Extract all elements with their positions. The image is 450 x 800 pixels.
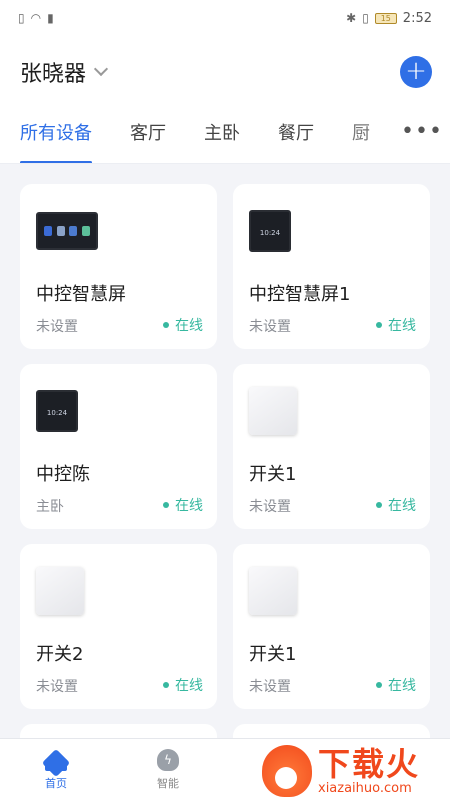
- tab-living-room[interactable]: 客厅: [130, 108, 166, 163]
- bulb-icon: ϟ: [157, 748, 179, 771]
- status-label: 在线: [175, 318, 203, 334]
- battery-icon: 15: [374, 12, 397, 24]
- home-name: 张晓器: [20, 62, 87, 87]
- device-room: 未设置: [249, 319, 291, 335]
- smart-panel-image: 10:24: [249, 210, 291, 252]
- wall-switch-image: [36, 567, 84, 615]
- nav-smart-label: 智能: [157, 776, 179, 790]
- device-status: 在线: [163, 495, 203, 515]
- device-name: 中控智慧屏: [36, 284, 126, 305]
- sim-icon: ▯: [18, 11, 25, 25]
- device-name: 开关2: [36, 644, 84, 665]
- wifi-icon: ◠: [30, 11, 42, 25]
- device-thumbnail: [249, 387, 297, 435]
- device-card[interactable]: 中控智慧屏 未设置 在线: [20, 184, 217, 349]
- device-card[interactable]: 开关1 未设置 在线: [233, 364, 430, 529]
- watermark-cn: 下载火: [318, 744, 421, 783]
- device-thumbnail: [249, 567, 297, 615]
- device-room: 主卧: [36, 499, 64, 515]
- device-name: 开关1: [249, 644, 297, 665]
- online-dot-icon: [163, 322, 169, 328]
- nav-home[interactable]: 首页: [0, 739, 112, 800]
- watermark: 下载火 xiazaihuo.com: [262, 742, 450, 800]
- device-name: 中控智慧屏1: [249, 284, 351, 305]
- status-label: 在线: [388, 678, 416, 694]
- watermark-text: 下载火 xiazaihuo.com: [318, 748, 420, 795]
- status-label: 在线: [175, 678, 203, 694]
- room-tabs: 所有设备 客厅 主卧 餐厅 厨 •••: [0, 108, 450, 164]
- smart-screen-image: [36, 212, 98, 250]
- status-left-icons: ▯ ◠ ▮: [18, 11, 54, 25]
- online-dot-icon: [376, 682, 382, 688]
- device-status: 在线: [376, 315, 416, 335]
- add-device-button[interactable]: +: [400, 56, 432, 88]
- device-status: 在线: [163, 315, 203, 335]
- online-dot-icon: [376, 322, 382, 328]
- home-selector[interactable]: 张晓器: [20, 56, 109, 88]
- device-name: 开关1: [249, 464, 297, 485]
- device-status: 在线: [376, 495, 416, 515]
- tab-dining-room[interactable]: 餐厅: [278, 108, 314, 163]
- home-icon: [41, 748, 71, 777]
- chevron-down-icon: [93, 61, 109, 77]
- tab-all-devices[interactable]: 所有设备: [20, 108, 92, 163]
- device-room: 未设置: [249, 499, 291, 515]
- nav-home-label: 首页: [45, 776, 67, 790]
- smart-panel-image: 10:24: [36, 390, 78, 432]
- header: 张晓器 +: [0, 36, 450, 108]
- nav-smart[interactable]: ϟ 智能: [112, 739, 224, 800]
- online-dot-icon: [163, 682, 169, 688]
- device-room: 未设置: [36, 319, 78, 335]
- tab-master-bedroom[interactable]: 主卧: [204, 108, 240, 163]
- flame-logo-icon: [262, 745, 312, 797]
- device-room: 未设置: [249, 679, 291, 695]
- watermark-en: xiazaihuo.com: [318, 780, 412, 796]
- online-dot-icon: [163, 502, 169, 508]
- device-card[interactable]: 10:24 中控智慧屏1 未设置 在线: [233, 184, 430, 349]
- bluetooth-icon: ✱: [346, 11, 357, 25]
- device-name: 中控陈: [36, 464, 90, 485]
- status-label: 在线: [175, 498, 203, 514]
- device-thumbnail: [36, 567, 84, 615]
- online-dot-icon: [376, 502, 382, 508]
- status-bar: ▯ ◠ ▮ ✱ ▯ 15 2:52: [0, 0, 450, 36]
- status-label: 在线: [388, 498, 416, 514]
- storage-icon: ▮: [47, 11, 54, 25]
- device-status: 在线: [376, 675, 416, 695]
- vibrate-icon: ▯: [362, 11, 369, 25]
- tab-kitchen[interactable]: 厨: [352, 108, 370, 163]
- device-status: 在线: [163, 675, 203, 695]
- device-card[interactable]: 开关2 未设置 在线: [20, 544, 217, 709]
- status-right-icons: ✱ ▯ 15 2:52: [346, 11, 432, 26]
- device-thumbnail: [36, 208, 98, 254]
- wall-switch-image: [249, 567, 297, 615]
- more-tabs-button[interactable]: •••: [394, 108, 450, 163]
- status-time: 2:52: [402, 10, 432, 26]
- device-thumbnail: 10:24: [36, 388, 78, 434]
- device-card[interactable]: 开关1 未设置 在线: [233, 544, 430, 709]
- device-grid: 中控智慧屏 未设置 在线 10:24 中控智慧屏1 未设置 在线 10:24 中…: [20, 184, 430, 744]
- status-label: 在线: [388, 318, 416, 334]
- device-thumbnail: 10:24: [249, 208, 291, 254]
- wall-switch-image: [249, 387, 297, 435]
- device-room: 未设置: [36, 679, 78, 695]
- device-card[interactable]: 10:24 中控陈 主卧 在线: [20, 364, 217, 529]
